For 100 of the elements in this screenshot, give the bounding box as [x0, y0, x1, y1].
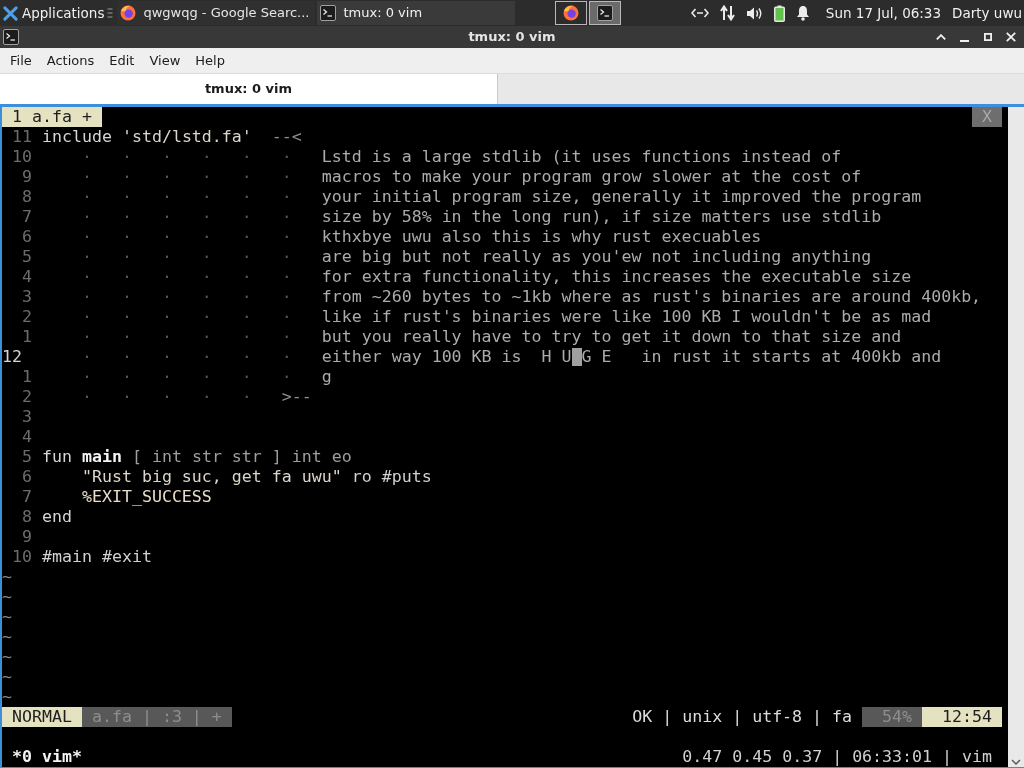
comment-text: like if rust's binaries were like 100 KB I wouldn't be as mad	[321, 307, 932, 327]
maximize-icon	[983, 33, 992, 41]
cursor-icon	[571, 348, 582, 366]
clock[interactable]: Sun 17 Jul, 06:33	[825, 2, 942, 24]
empty-line-marker: ~	[2, 667, 12, 687]
comment-text: either way 100 KB is H U	[321, 347, 572, 367]
window-button[interactable]: tmux: 0 vim	[317, 1, 516, 25]
line-number: 12	[2, 347, 22, 367]
keyword: end	[42, 507, 72, 527]
window-title: tmux: 0 vim	[467, 28, 557, 47]
comment-text: Lstd is a large stdlib (it uses functions instead of	[321, 147, 842, 167]
terminal-tab[interactable]: tmux: 0 vim	[0, 74, 498, 104]
mode-indicator: NORMAL	[2, 707, 82, 727]
window-button[interactable]: qwgwqg - Google Searc...	[117, 1, 316, 25]
keyword: include	[42, 127, 112, 147]
menu-item[interactable]: Edit	[105, 50, 139, 71]
scrollbar-track[interactable]	[1008, 107, 1024, 767]
line-number: 10	[12, 547, 32, 567]
up-down-arrows-icon[interactable]	[719, 5, 735, 21]
menu-item[interactable]: Actions	[42, 50, 99, 71]
comment-text: g	[321, 367, 332, 387]
function-name: main	[82, 447, 122, 467]
empty-line-marker: ~	[2, 687, 12, 707]
close-button[interactable]	[1004, 30, 1018, 44]
fold-marker: >--	[281, 387, 312, 407]
network-icon[interactable]	[690, 7, 709, 19]
line-number: 5	[22, 447, 32, 467]
battery-icon[interactable]	[773, 4, 785, 22]
line-number: 3	[22, 287, 32, 307]
line-number: 3	[22, 407, 32, 427]
line-number: 11	[12, 127, 32, 147]
tab-markers: · · · · · ·	[81, 367, 292, 387]
applications-menu-button[interactable]: Applications	[0, 1, 108, 25]
maximize-button[interactable]	[981, 30, 995, 44]
comment-text: your initial program size, generally it improved the program	[321, 187, 922, 207]
tab-markers: · · · · · ·	[81, 347, 292, 367]
tab-markers: · · · · · ·	[81, 327, 292, 347]
line-number: 6	[22, 467, 32, 487]
x-logo-icon	[3, 5, 18, 21]
launcher-button[interactable]	[589, 1, 622, 25]
tab-markers: · · · · · ·	[81, 187, 292, 207]
menu-item[interactable]: View	[145, 50, 185, 71]
close-icon	[1006, 32, 1017, 42]
comment-text: kthxbye uwu also this is why rust execuables	[321, 227, 762, 247]
shade-icon	[935, 34, 946, 40]
vim-tab[interactable]: 1 a.fa +	[2, 107, 102, 127]
line-number: 4	[22, 267, 32, 287]
tab-markers: · · · · · ·	[81, 207, 292, 227]
comment-text: are big but not really as you'ew not including anything	[321, 247, 872, 267]
fold-marker: --<	[271, 127, 302, 147]
line-number: 7	[22, 487, 32, 507]
tab-markers: · · · · · ·	[81, 227, 292, 247]
constant-name: %EXIT_SUCCESS	[81, 487, 212, 507]
line-number: 1	[22, 327, 32, 347]
empty-line-marker: ~	[2, 627, 12, 647]
tab-markers: · · · · · ·	[81, 267, 292, 287]
line-number: 4	[22, 427, 32, 447]
tmux-status-info: 0.47 0.45 0.37 | 06:33:01 | vim	[682, 747, 992, 767]
empty-line-marker: ~	[2, 607, 12, 627]
comment-text: macros to make your program grow slower at the cost of	[321, 167, 862, 187]
line-number: 7	[22, 207, 32, 227]
keyword: fun	[42, 447, 72, 467]
panel-handle-icon	[107, 7, 114, 19]
terminal-icon	[597, 5, 614, 21]
comment-text: for extra functionality, this increases the executable size	[321, 267, 912, 287]
menu-item[interactable]: Help	[191, 50, 229, 71]
tab-markers: · · · · ·	[81, 387, 252, 407]
comment-text: size by 58% in the long run), if size matters use stdlib	[321, 207, 882, 227]
line-number: 2	[22, 387, 32, 407]
empty-line-marker: ~	[2, 587, 12, 607]
comment-text: but you really have to try to get it down to that size and	[321, 327, 902, 347]
tab-markers: · · · · · ·	[81, 147, 292, 167]
tab-markers: · · · · · ·	[81, 247, 292, 267]
comment-text: from ~260 bytes to ~1kb where as rust's binaries are around 400kb,	[321, 287, 982, 307]
line-number: 1	[22, 367, 32, 387]
minimize-icon	[959, 40, 969, 42]
code-text: ro #puts	[351, 467, 432, 487]
line-number: 6	[22, 227, 32, 247]
line-number: 8	[22, 187, 32, 207]
tab-markers: · · · · · ·	[81, 167, 292, 187]
line-number: 5	[22, 247, 32, 267]
code-text: #main #exit	[42, 547, 152, 567]
type-signature: [ int str str ] int eo	[131, 447, 352, 467]
line-number: 8	[22, 507, 32, 527]
cursor-position: 12:54	[922, 707, 1002, 727]
menu-item[interactable]: File	[6, 50, 36, 71]
empty-line-marker: ~	[2, 647, 12, 667]
line-number: 9	[22, 527, 32, 547]
user-menu-button[interactable]: Darty uwu	[952, 2, 1022, 24]
tmux-window-label[interactable]: *0 vim*	[12, 747, 82, 767]
launcher-button[interactable]	[555, 1, 588, 25]
file-format-info: OK | unix | utf-8 | fa	[632, 707, 853, 727]
string-literal: 'std/lstd.fa'	[121, 127, 252, 147]
line-number: 9	[22, 167, 32, 187]
volume-icon[interactable]	[745, 5, 763, 21]
line-number: 2	[22, 307, 32, 327]
terminal-icon	[3, 29, 19, 45]
bell-icon[interactable]	[795, 5, 810, 21]
comment-text: G E in rust it starts at 400kb and	[581, 347, 942, 367]
terminal-icon	[320, 5, 337, 21]
